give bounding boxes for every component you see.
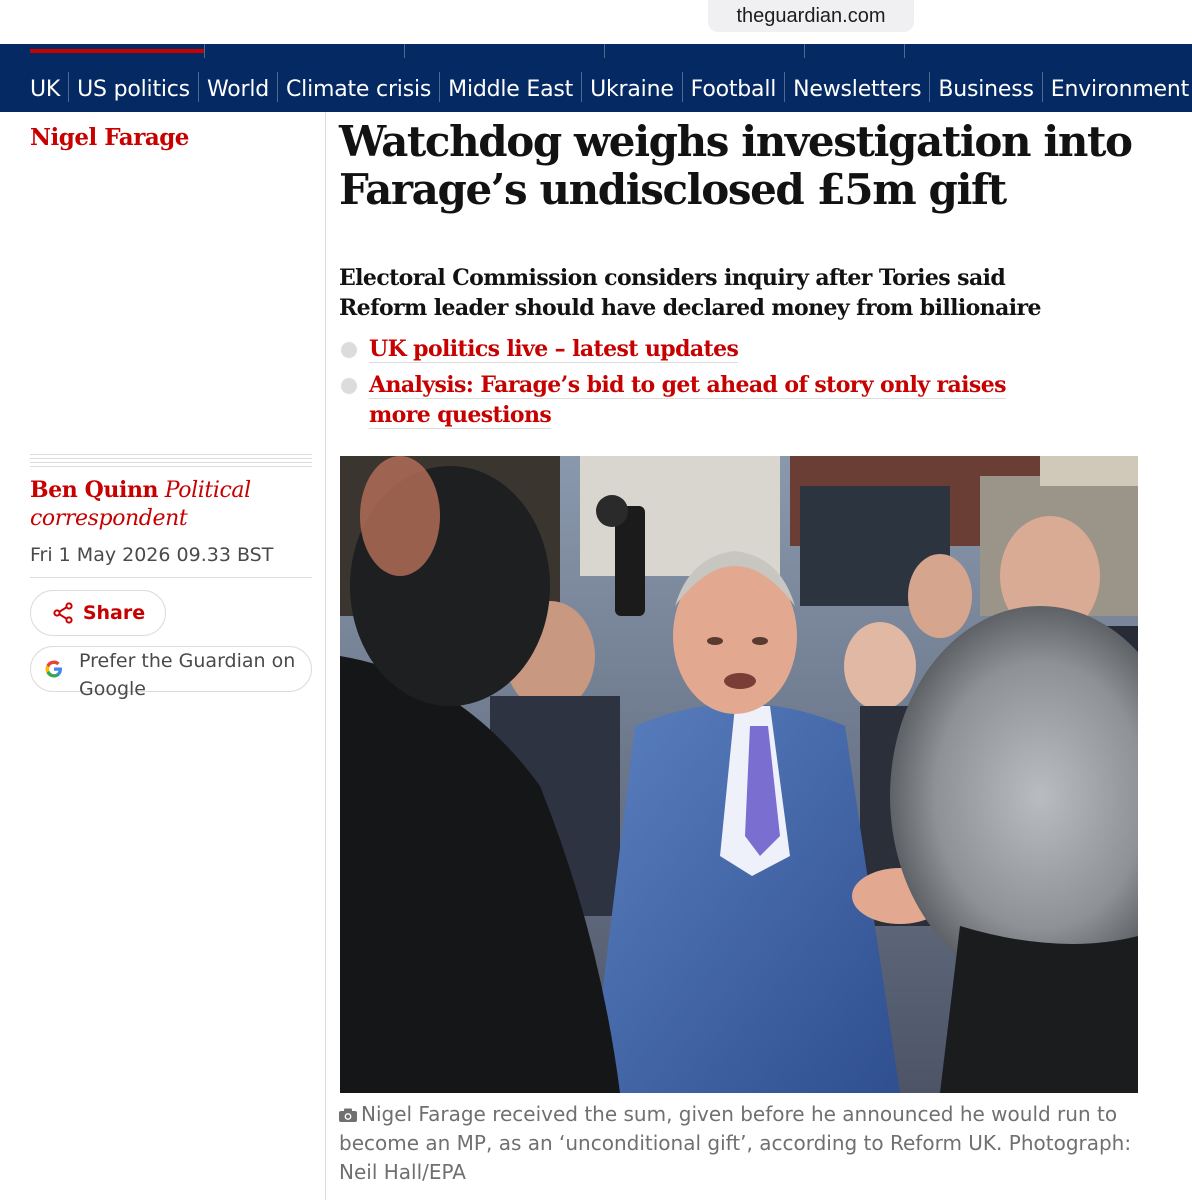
prefer-guardian-google-button[interactable]: Prefer the Guardian on Google [30, 646, 312, 700]
camera-icon [339, 1108, 357, 1122]
prefer-google-label: Prefer the Guardian on Google [79, 650, 296, 700]
nav-item-ukraine[interactable]: Ukraine [582, 77, 682, 102]
section-kicker[interactable]: Nigel Farage [30, 124, 189, 151]
nav-item-climate-crisis[interactable]: Climate crisis [278, 77, 439, 102]
related-link-item: UK politics live – latest updates [339, 334, 1039, 364]
nav-item-football[interactable]: Football [683, 77, 785, 102]
article-main: Watchdog weighs investigation into Farag… [327, 112, 1192, 1200]
caption-text: Nigel Farage received the sum, given bef… [339, 1102, 1118, 1155]
url-bar[interactable]: theguardian.com [708, 0, 914, 32]
section-nav: UK US politics World Climate crisis Middle E… [0, 44, 1192, 112]
share-icon [53, 602, 73, 624]
dateline[interactable]: Fri 1 May 2026 09.33 BST [30, 544, 273, 566]
article-standfirst: Electoral Commission considers inquiry a… [339, 265, 1041, 321]
bullet-icon [341, 378, 357, 394]
byline: Ben Quinn Political correspondent [30, 476, 320, 533]
farage-photo-illustration [340, 456, 1138, 1093]
nav-item-us-politics[interactable]: US politics [69, 77, 198, 102]
nav-active-indicator [30, 49, 204, 53]
nav-items: UK US politics World Climate crisis Middle E… [22, 72, 1192, 102]
article-meta-column: Nigel Farage Ben Quinn Political corresp… [0, 112, 326, 1200]
related-link-live[interactable]: UK politics live – latest updates [369, 336, 739, 363]
share-button[interactable]: Share [30, 590, 166, 636]
nav-item-newsletters[interactable]: Newsletters [785, 77, 929, 102]
share-label: Share [82, 602, 146, 624]
bullet-icon [341, 342, 357, 358]
nav-item-middle-east[interactable]: Middle East [440, 77, 581, 102]
nav-item-environment[interactable]: Environment [1043, 77, 1192, 102]
google-g-icon [45, 660, 63, 678]
nav-item-world[interactable]: World [199, 77, 277, 102]
photo-caption: Nigel Farage received the sum, given bef… [339, 1100, 1159, 1187]
author-link[interactable]: Ben Quinn [30, 477, 159, 503]
browser-bar: theguardian.com [0, 0, 1192, 44]
related-links: UK politics live – latest updates Analys… [339, 334, 1039, 436]
divider [30, 577, 312, 578]
article-headline: Watchdog weighs investigation into Farag… [339, 117, 1133, 214]
nav-item-business[interactable]: Business [930, 77, 1041, 102]
article-main-photo[interactable] [340, 456, 1138, 1093]
related-link-item: Analysis: Farage’s bid to get ahead of s… [339, 370, 1039, 430]
nav-item-uk[interactable]: UK [22, 77, 68, 102]
related-link-analysis[interactable]: Analysis: Farage’s bid to get ahead of s… [369, 372, 1006, 429]
byline-rules [30, 454, 312, 470]
